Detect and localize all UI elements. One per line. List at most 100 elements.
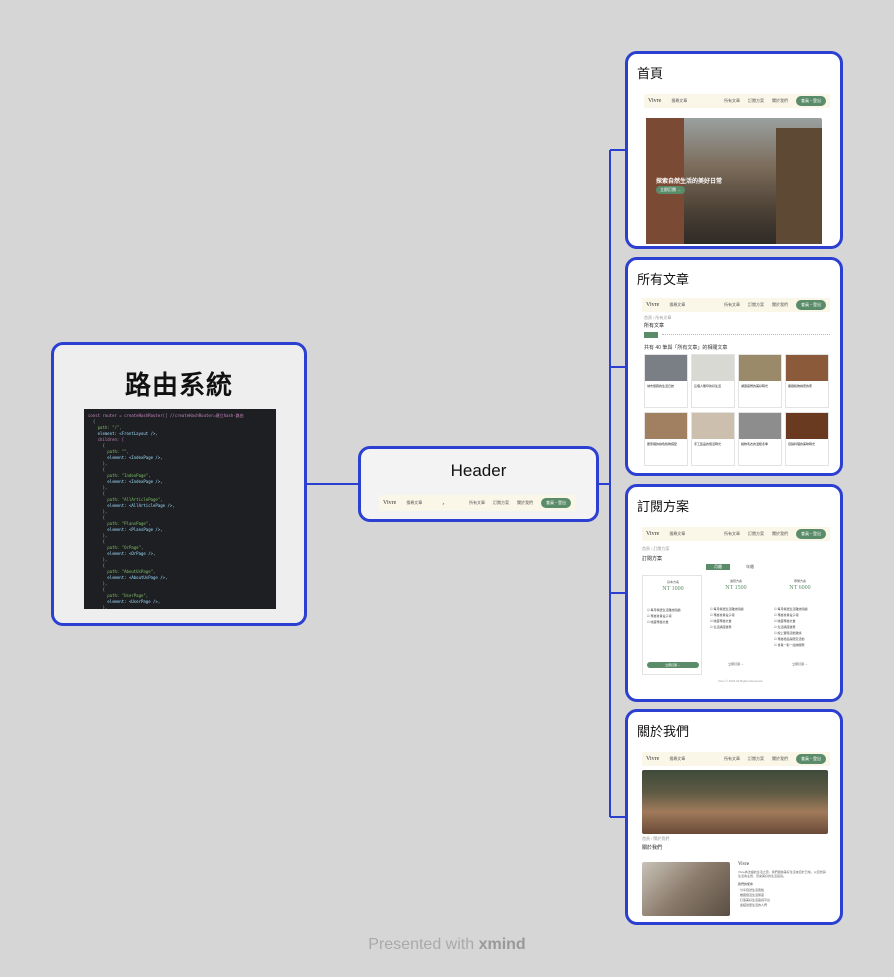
presented-with-footer: Presented with xmind <box>0 936 894 954</box>
page-node-articles[interactable]: 所有文章 Vivre 搜尋文章 所有文章 訂閱方案 關於我們 會員・登出 首頁 … <box>625 257 843 476</box>
plan-name: 基本方案 <box>666 580 679 584</box>
user-pill: 會員・登出 <box>796 754 826 764</box>
article-card: 城市慢跑的生活日誌 <box>644 354 688 408</box>
nav-link-articles: 所有文章 <box>724 756 740 761</box>
page-node-plans[interactable]: 訂閱方案 Vivre 搜尋文章 所有文章 訂閱方案 關於我們 會員・登出 首頁 … <box>625 484 843 702</box>
about-header-preview: Vivre 搜尋文章 所有文章 訂閱方案 關於我們 會員・登出 <box>642 752 830 766</box>
article-card-image <box>645 355 687 381</box>
code-line: }, <box>88 605 108 609</box>
article-card-image <box>786 355 828 381</box>
user-pill: 會員・登出 <box>796 300 826 310</box>
plan-feature: ☑ 收藏專屬文章 <box>647 620 669 624</box>
home-header-preview: Vivre 搜尋文章 所有文章 訂閱方案 關於我們 會員・登出 <box>644 94 830 108</box>
logo: Vivre <box>646 756 660 762</box>
header-node[interactable]: Header Vivre 搜尋文章 ⌕ 所有文章 訂閱方案 關於我們 會員・登出 <box>358 446 599 522</box>
article-card-title: 居家裡的綠色植物搭配 <box>647 442 678 446</box>
user-pill: 會員・登出 <box>541 498 571 508</box>
root-title: 路由系統 <box>124 370 233 400</box>
logo: Vivre <box>383 500 397 506</box>
article-card-image <box>692 413 734 439</box>
plan-feature: ☑ 會員一對一諮詢服務 <box>774 643 805 647</box>
result-count: 共有 40 筆與「所有文章」的相關文章 <box>644 345 728 351</box>
page-title-home: 首頁 <box>637 66 664 81</box>
article-card-title: 城市慢跑的生活日誌 <box>647 384 675 388</box>
plan-subscribe-button: 立即訂閱 → <box>647 662 699 668</box>
page-node-about[interactable]: 關於我們 Vivre 搜尋文章 所有文章 訂閱方案 關於我們 會員・登出 首頁 … <box>625 709 843 925</box>
nav-link-plans: 訂閱方案 <box>493 500 509 505</box>
nav-link-about: 關於我們 <box>517 500 533 505</box>
article-card-image <box>692 355 734 381</box>
article-card: 擁抱植物綠意的家 <box>785 354 829 408</box>
article-card-title: 擁抱植物綠意的家 <box>788 384 813 388</box>
search-field: 搜尋文章 <box>406 500 423 505</box>
plan-feature: ☑ 線上實體活動邀請 <box>774 631 802 635</box>
nav-link-articles: 所有文章 <box>724 98 740 103</box>
logo: Vivre <box>646 531 660 537</box>
about-paragraph: Vivre為法語的生活之意，我們相信美好生活來自於日常。以自然與生活為主題，帶來… <box>738 870 826 878</box>
about-brand: Vivre <box>738 862 750 867</box>
header-node-title: Header <box>450 461 507 480</box>
plan-feature: ☑ 每月精選生活雜誌閱讀 <box>774 607 808 611</box>
article-card: 湖邊露營的美好時光 <box>738 354 782 408</box>
nav-link-plans: 訂閱方案 <box>748 302 764 307</box>
user-pill: 會員・登出 <box>796 529 826 539</box>
article-card-title: 自製料理的美味時光 <box>788 442 816 446</box>
hero-text: 探索自然生活的美好日常 <box>656 179 723 185</box>
home-hero-image: 探索自然生活的美好日常 立即訂閱 → <box>646 118 822 244</box>
root-node[interactable]: 路由系統 const router = createHashRouter([ /… <box>51 342 307 626</box>
article-card-title: 手工藝品的慢活時光 <box>694 442 722 446</box>
nav-link-about: 關於我們 <box>772 98 788 103</box>
toggle-yearly: 年繳 <box>746 564 754 569</box>
article-card-title: 湖邊露營的美好時光 <box>741 384 769 388</box>
article-card-image <box>739 413 781 439</box>
plans-heading: 訂閱方案 <box>642 556 663 562</box>
plan-card: 進階方案 NT 1500 ☑ 每月精選生活雜誌閱讀 ☑ 專屬會員電子報 ☑ 收藏專屬文章… <box>706 575 766 675</box>
plan-feature: ☑ 專屬會員電子報 <box>774 613 799 617</box>
plans-header-preview: Vivre 搜尋文章 所有文章 訂閱方案 關於我們 會員・登出 <box>642 527 830 541</box>
search-icon: ⌕ <box>442 500 445 506</box>
logo: Vivre <box>648 98 662 104</box>
logo: Vivre <box>646 302 660 308</box>
plan-price: NT 1000 <box>662 586 684 592</box>
breadcrumb: 首頁 / 訂閱方案 <box>642 546 670 551</box>
header-preview: Vivre 搜尋文章 ⌕ 所有文章 訂閱方案 關於我們 會員・登出 <box>379 495 575 511</box>
plan-feature: ☑ 收藏專屬文章 <box>774 619 796 623</box>
about-subheading: 我們的使命 <box>738 882 754 886</box>
plan-feature: ☑ 專屬會員電子報 <box>710 613 735 617</box>
page-node-home[interactable]: 首頁 Vivre 搜尋文章 所有文章 訂閱方案 關於我們 會員・登出 探索自然生… <box>625 51 843 249</box>
article-card-title: 這個人無印的好生活 <box>694 384 722 388</box>
plan-feature: ☑ 專屬禮品與限定活動 <box>774 637 805 641</box>
category-tabs <box>644 332 830 338</box>
breadcrumb: 首頁 / 關於我們 <box>642 836 670 841</box>
plan-feature: ☑ 每月精選生活雜誌閱讀 <box>647 608 681 612</box>
about-hero-image <box>642 770 828 834</box>
article-card-image <box>739 355 781 381</box>
about-bullet-1: 分享自然生活風格 <box>740 888 765 892</box>
about-room-image <box>642 862 730 916</box>
nav-link-about: 關於我們 <box>772 531 788 536</box>
plan-feature: ☑ 收藏專屬文章 <box>710 619 732 623</box>
user-pill: 會員・登出 <box>796 96 826 106</box>
search-field: 搜尋文章 <box>669 531 686 536</box>
nav-link-plans: 訂閱方案 <box>748 531 764 536</box>
nav-link-about: 關於我們 <box>772 756 788 761</box>
xmind-logo: xmind <box>478 936 526 953</box>
article-card: 自製料理的美味時光 <box>785 412 829 466</box>
nav-link-plans: 訂閱方案 <box>748 756 764 761</box>
article-card: 手工藝品的慢活時光 <box>691 412 735 466</box>
nav-link-articles: 所有文章 <box>724 531 740 536</box>
page-title-about: 關於我們 <box>637 724 690 739</box>
article-card-image <box>786 413 828 439</box>
footer-prefix: Presented with <box>368 936 475 953</box>
about-heading: 關於我們 <box>642 845 663 851</box>
nav-link-articles: 所有文章 <box>724 302 740 307</box>
breadcrumb: 首頁 / 所有文章 <box>644 315 672 320</box>
nav-link-articles: 所有文章 <box>469 500 485 505</box>
plan-subscribe-button: 立即訂閱 → <box>792 662 808 666</box>
plan-card: 基本方案 NT 1000 ☑ 每月精選生活雜誌閱讀 ☑ 專屬會員電子報 ☑ 收藏專屬文章… <box>642 575 702 675</box>
article-card-title: 織物毛衣的溫暖冬季 <box>741 442 769 446</box>
plan-subscribe-button: 立即訂閱 → <box>728 662 744 666</box>
plan-card: 尊榮方案 NT 6000 ☑ 每月精選生活雜誌閱讀 ☑ 專屬會員電子報 ☑ 收藏專屬文章… <box>770 575 830 675</box>
search-field: 搜尋文章 <box>669 302 686 307</box>
plan-price: NT 1500 <box>725 585 747 591</box>
